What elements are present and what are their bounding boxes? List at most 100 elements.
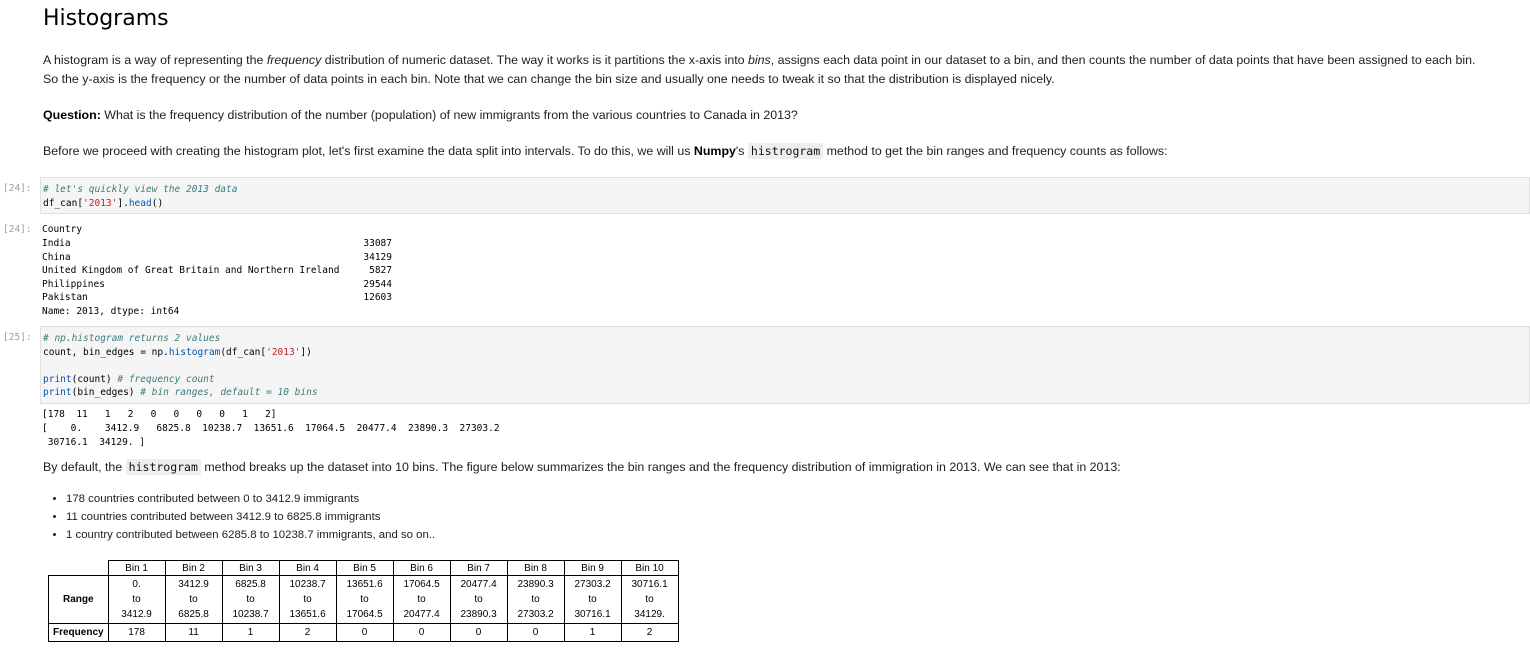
code-token: (bin_edges) (71, 387, 141, 399)
intro-text: distribution of numeric dataset. The way… (321, 53, 749, 67)
range-row: Range 0. to 3412.9 3412.9 to 6825.8 6825.8 to 10… (48, 575, 679, 624)
intro-text-line2: So the y-axis is the frequency or the nu… (43, 72, 1055, 86)
bin-header: Bin 9 (563, 560, 622, 576)
bin-range-to: 13651.6 (289, 609, 326, 620)
bin-range-cell: 10238.7 to 13651.6 (278, 575, 337, 624)
list-item: 178 countries contributed between 0 to 3… (66, 490, 435, 508)
code-token: count, bin_edges = np. (43, 346, 169, 358)
output-bin-edges: [ 0. 3412.9 6825.8 10238.7 13651.6 17064… (42, 423, 500, 434)
before-text: method to get the bin ranges and frequen… (823, 144, 1168, 158)
bin-header-row: Bin 1 Bin 2 Bin 3 Bin 4 Bin 5 Bin 6 Bin 7 Bin 8… (48, 560, 679, 576)
bin-frequency-cell: 2 (620, 623, 679, 642)
series-row-country: Philippines (42, 278, 105, 290)
series-row-value: 33087 (363, 238, 392, 249)
bin-range-to-word: to (303, 594, 312, 605)
code-token: df_can[ (43, 197, 84, 209)
bin-header: Bin 10 (620, 560, 679, 576)
frequency-row-label: Frequency (48, 623, 109, 642)
bin-header: Bin 6 (392, 560, 451, 576)
question-paragraph: Question: What is the frequency distribu… (43, 106, 1523, 125)
code-comment: # frequency count (117, 373, 215, 385)
bin-frequency-cell: 1 (563, 623, 622, 642)
intro-emphasis-frequency: frequency (266, 53, 322, 67)
cell-24-output-prompt: [24]: (3, 224, 32, 235)
series-row-value: 34129 (363, 251, 392, 263)
bin-range-cell: 20477.4 to 23890.3 (449, 575, 508, 624)
series-row-country: India (42, 238, 71, 249)
output-header: Country (42, 224, 83, 235)
bin-range-to-word: to (645, 594, 654, 605)
bin-range-to: 20477.4 (403, 609, 440, 620)
inline-code-histrogram: histrogram (747, 143, 824, 159)
bin-range-to-word: to (588, 594, 597, 605)
bin-range-cell: 17064.5 to 20477.4 (392, 575, 451, 624)
code-token: (count) (71, 373, 118, 385)
code-token: ]. (117, 197, 129, 209)
bin-range-to-word: to (189, 594, 198, 605)
series-row-value: 5827 (369, 265, 392, 277)
intro-emphasis-bins: bins (748, 53, 771, 67)
output-count: [178 11 1 2 0 0 0 0 1 2] (42, 409, 277, 420)
numpy-bold: Numpy (693, 144, 736, 158)
code-token: ]) (300, 346, 312, 358)
bin-range-to-word: to (132, 594, 141, 605)
bin-header: Bin 7 (449, 560, 508, 576)
cell-25-input-prompt: [25]: (3, 332, 32, 343)
code-string: '2013' (266, 346, 301, 358)
bin-range-to: 34129. (634, 609, 665, 620)
bin-range-from: 20477.4 (460, 579, 497, 590)
code-function: histogram (168, 346, 221, 358)
bin-frequency-cell: 0 (392, 623, 451, 642)
bin-range-from: 3412.9 (178, 579, 209, 590)
cell-25-code-editor[interactable]: # np.histogram returns 2 values count, b… (40, 326, 1530, 404)
bin-header: Bin 4 (278, 560, 337, 576)
bin-table: Bin 1 Bin 2 Bin 3 Bin 4 Bin 5 Bin 6 Bin 7 Bin 8… (48, 560, 679, 642)
bin-header: Bin 2 (164, 560, 223, 576)
bin-frequency-cell: 2 (278, 623, 337, 642)
bin-range-from: 27303.2 (574, 579, 611, 590)
bin-frequency-cell: 0 (335, 623, 394, 642)
series-row-country: United Kingdom of Great Britain and Nort… (42, 265, 340, 277)
code-line: print(count) # frequency count (41, 373, 1529, 387)
code-comment: # np.histogram returns 2 values (43, 333, 221, 344)
bin-range-from: 17064.5 (403, 579, 440, 590)
cell-24-code-editor[interactable]: # let's quickly view the 2013 data df_ca… (40, 177, 1530, 214)
bin-range-cell: 30716.1 to 34129. (620, 575, 679, 624)
bin-range-to-word: to (417, 594, 426, 605)
series-row-value: 29544 (363, 278, 392, 290)
bin-range-cell: 3412.9 to 6825.8 (164, 575, 223, 624)
bydefault-paragraph: By default, the histrogram method breaks… (43, 458, 1523, 477)
code-comment: # bin ranges, default = 10 bins (140, 387, 318, 399)
bin-frequency-cell: 11 (164, 623, 223, 642)
code-line: print(bin_edges) # bin ranges, default =… (41, 386, 1529, 400)
code-token: () (151, 197, 164, 209)
bydefault-text: By default, the (43, 460, 126, 474)
intro-text: A histogram is a way of representing the (43, 53, 267, 67)
bin-range-from: 0. (132, 579, 141, 590)
range-row-label: Range (48, 575, 109, 624)
bin-range-from: 30716.1 (631, 579, 668, 590)
intro-text: , assigns each data point in our dataset… (770, 53, 1476, 67)
series-row-country: Pakistan (42, 292, 88, 304)
bin-range-to: 17064.5 (346, 609, 383, 620)
bin-range-cell: 27303.2 to 30716.1 (563, 575, 622, 624)
bin-header: Bin 3 (221, 560, 280, 576)
bin-range-to: 3412.9 (121, 609, 152, 620)
summary-bullet-list: 178 countries contributed between 0 to 3… (48, 490, 435, 544)
before-text: 's (735, 144, 748, 158)
bin-header: Bin 5 (335, 560, 394, 576)
bin-range-cell: 6825.8 to 10238.7 (221, 575, 280, 624)
bin-header: Bin 8 (506, 560, 565, 576)
code-function: print (43, 387, 72, 399)
code-line: # let's quickly view the 2013 data (41, 183, 1529, 197)
cell-24-input-prompt: [24]: (3, 183, 32, 194)
bin-frequency-cell: 0 (506, 623, 565, 642)
bin-range-to: 6825.8 (178, 609, 209, 620)
bin-frequency-cell: 0 (449, 623, 508, 642)
bin-frequency-cell: 178 (107, 623, 166, 642)
bin-header: Bin 1 (107, 560, 166, 576)
code-function: head (128, 197, 152, 209)
frequency-row: Frequency 178 11 1 2 0 0 0 0 1 2 (48, 623, 679, 642)
bin-range-to-word: to (360, 594, 369, 605)
bin-range-from: 6825.8 (235, 579, 266, 590)
